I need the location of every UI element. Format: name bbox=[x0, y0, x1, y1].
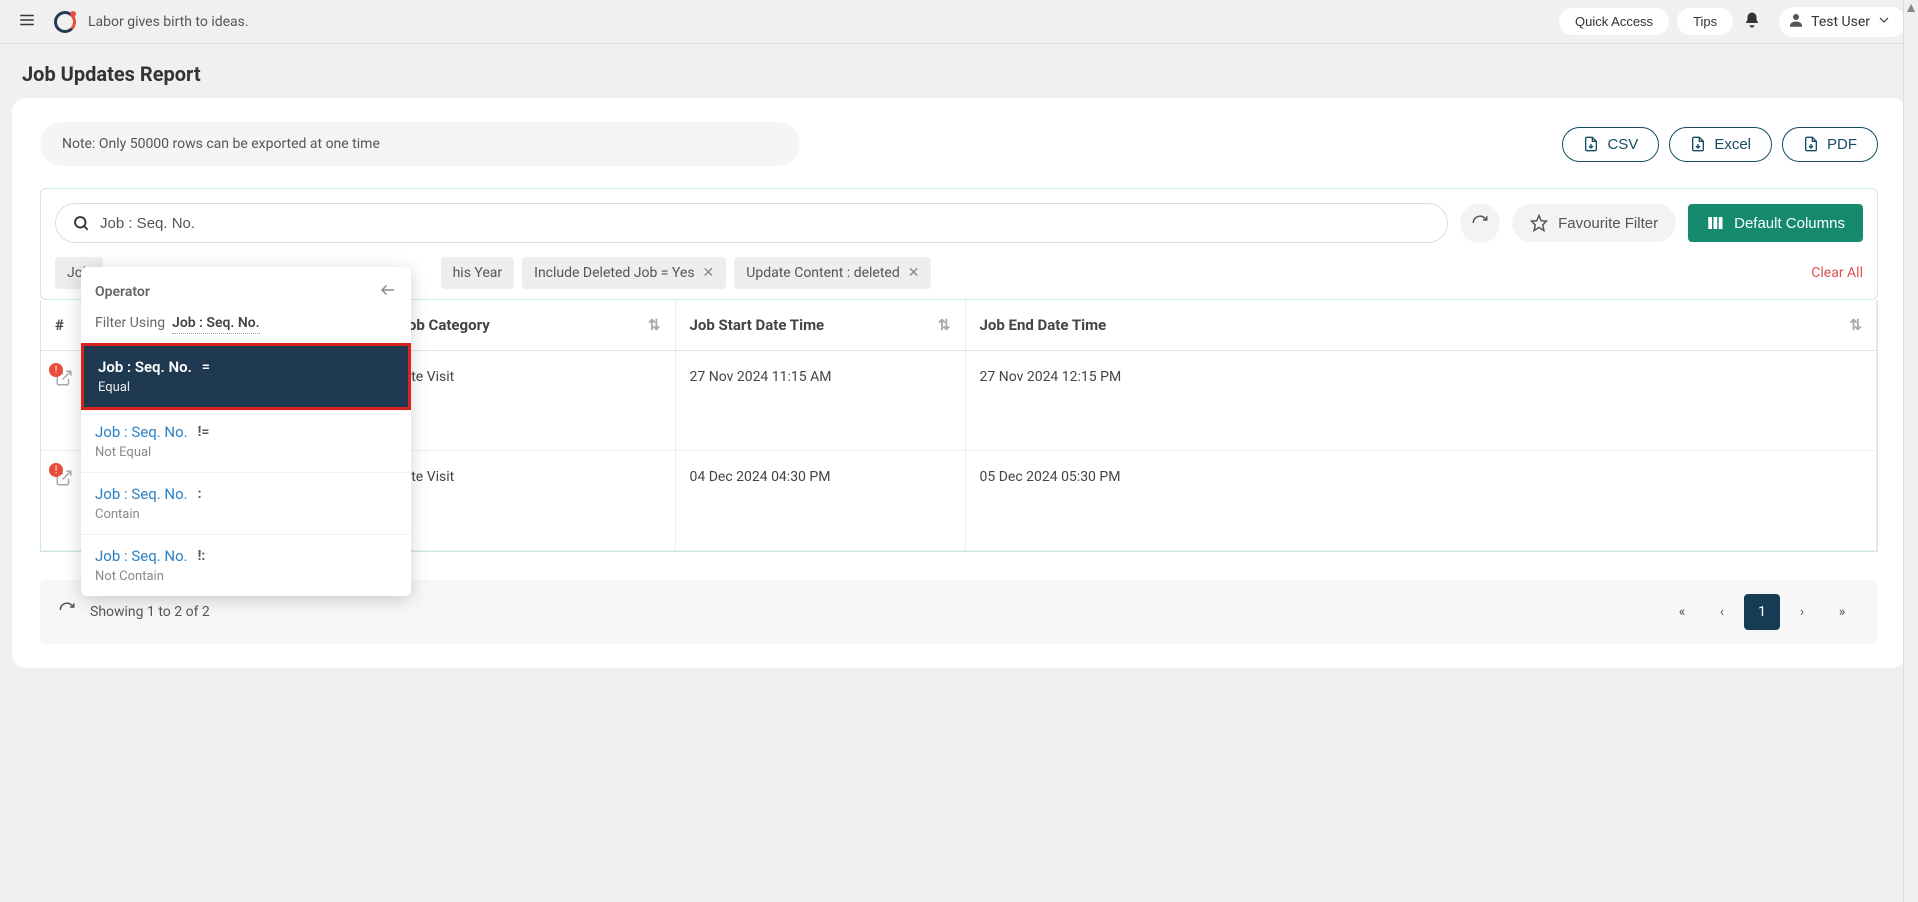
vertical-scrollbar[interactable]: ▲ bbox=[1903, 0, 1918, 902]
operator-contain[interactable]: Job : Seq. No.: Contain bbox=[81, 472, 411, 534]
export-excel-label: Excel bbox=[1714, 136, 1751, 153]
scroll-up-icon[interactable]: ▲ bbox=[1904, 0, 1918, 15]
columns-icon bbox=[1706, 214, 1724, 232]
export-csv-button[interactable]: CSV bbox=[1562, 127, 1659, 162]
export-pdf-button[interactable]: PDF bbox=[1782, 127, 1878, 162]
cell-category: Site Visit bbox=[385, 351, 675, 451]
user-name: Test User bbox=[1811, 14, 1870, 30]
export-pdf-label: PDF bbox=[1827, 136, 1857, 153]
cell-start: 27 Nov 2024 11:15 AM bbox=[675, 351, 965, 451]
tips-button[interactable]: Tips bbox=[1677, 8, 1733, 35]
open-external-icon[interactable]: ! bbox=[55, 369, 73, 391]
sort-icon[interactable]: ⇅ bbox=[938, 316, 951, 334]
operator-not-contain[interactable]: Job : Seq. No.!: Not Contain bbox=[81, 534, 411, 596]
filter-chip-1[interactable]: his Year bbox=[441, 257, 515, 289]
quick-access-button[interactable]: Quick Access bbox=[1559, 8, 1669, 35]
hamburger-icon[interactable] bbox=[12, 5, 42, 39]
sort-icon[interactable]: ⇅ bbox=[648, 316, 661, 334]
page-last[interactable]: » bbox=[1824, 594, 1860, 630]
notifications-icon[interactable] bbox=[1733, 5, 1771, 38]
cell-end: 27 Nov 2024 12:15 PM bbox=[965, 351, 1877, 451]
alert-badge-icon: ! bbox=[49, 463, 63, 477]
refresh-button[interactable] bbox=[1460, 203, 1500, 243]
col-header-end[interactable]: Job End Date Time⇅ bbox=[965, 300, 1877, 351]
topbar: Labor gives birth to ideas. Quick Access… bbox=[0, 0, 1918, 44]
sort-icon[interactable]: ⇅ bbox=[1849, 316, 1862, 334]
filter-chip-2[interactable]: Include Deleted Job = Yes✕ bbox=[522, 257, 726, 289]
favourite-filter-button[interactable]: Favourite Filter bbox=[1512, 204, 1676, 242]
page-next[interactable]: › bbox=[1784, 594, 1820, 630]
pagination-refresh-icon[interactable] bbox=[58, 601, 76, 623]
clear-all-filters[interactable]: Clear All bbox=[1811, 265, 1863, 281]
open-external-icon[interactable]: ! bbox=[55, 469, 73, 491]
cell-end: 05 Dec 2024 05:30 PM bbox=[965, 451, 1877, 551]
export-note: Note: Only 50000 rows can be exported at… bbox=[40, 122, 800, 166]
search-icon bbox=[72, 214, 90, 232]
chevron-down-icon bbox=[1876, 12, 1892, 32]
star-icon bbox=[1530, 214, 1548, 232]
dropdown-title: Operator bbox=[95, 284, 150, 300]
operator-dropdown: Operator Filter Using Job : Seq. No. Job… bbox=[81, 267, 411, 596]
operator-not-equal[interactable]: Job : Seq. No.!= Not Equal bbox=[81, 410, 411, 472]
app-logo[interactable] bbox=[54, 11, 76, 33]
chip-remove-icon[interactable]: ✕ bbox=[703, 265, 715, 281]
cell-category: Site Visit bbox=[385, 451, 675, 551]
user-menu[interactable]: Test User bbox=[1779, 7, 1906, 37]
tagline: Labor gives birth to ideas. bbox=[88, 14, 249, 30]
filter-using-label: Filter Using Job : Seq. No. bbox=[81, 311, 411, 343]
report-card: Note: Only 50000 rows can be exported at… bbox=[12, 98, 1906, 668]
page-prev[interactable]: ‹ bbox=[1704, 594, 1740, 630]
default-columns-button[interactable]: Default Columns bbox=[1688, 204, 1863, 242]
search-box[interactable] bbox=[55, 203, 1448, 243]
page-first[interactable]: « bbox=[1664, 594, 1700, 630]
default-columns-label: Default Columns bbox=[1734, 215, 1845, 232]
filter-chip-3[interactable]: Update Content : deleted✕ bbox=[734, 257, 931, 289]
chip-remove-icon[interactable]: ✕ bbox=[908, 265, 920, 281]
refresh-icon bbox=[1471, 214, 1489, 232]
export-excel-button[interactable]: Excel bbox=[1669, 127, 1772, 162]
cell-start: 04 Dec 2024 04:30 PM bbox=[675, 451, 965, 551]
operator-equal[interactable]: Job : Seq. No.= Equal bbox=[81, 343, 411, 410]
export-csv-label: CSV bbox=[1607, 136, 1638, 153]
col-header-category[interactable]: Job Category⇅ bbox=[385, 300, 675, 351]
page-title: Job Updates Report bbox=[0, 44, 1918, 98]
avatar-icon bbox=[1787, 11, 1805, 33]
back-icon[interactable] bbox=[379, 281, 397, 303]
pagination-info: Showing 1 to 2 of 2 bbox=[90, 604, 210, 620]
alert-badge-icon: ! bbox=[49, 363, 63, 377]
filter-section: Favourite Filter Default Columns Job his… bbox=[40, 188, 1878, 300]
page-current[interactable]: 1 bbox=[1744, 594, 1780, 630]
favourite-filter-label: Favourite Filter bbox=[1558, 215, 1658, 232]
col-header-start[interactable]: Job Start Date Time⇅ bbox=[675, 300, 965, 351]
search-input[interactable] bbox=[100, 215, 1431, 232]
